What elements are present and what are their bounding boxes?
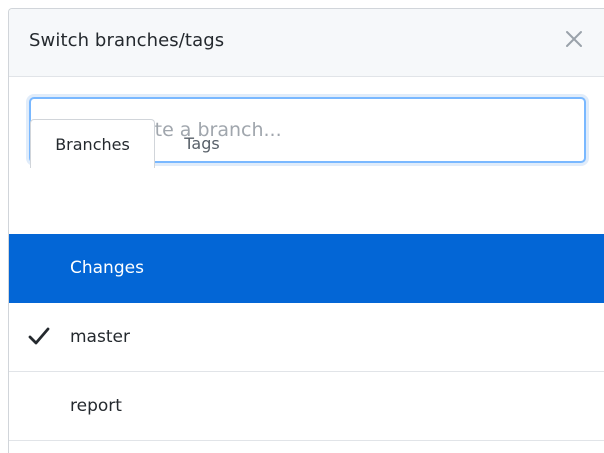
close-button[interactable] bbox=[560, 25, 588, 53]
branch-item-report[interactable]: report bbox=[9, 372, 604, 441]
branch-name: master bbox=[70, 327, 130, 347]
branch-name: Changes bbox=[70, 258, 144, 278]
tab-tags[interactable]: Tags bbox=[167, 119, 237, 168]
branch-name: report bbox=[70, 396, 122, 416]
tab-branches[interactable]: Branches bbox=[30, 119, 155, 168]
dropdown-header: Switch branches/tags bbox=[9, 9, 604, 77]
branch-item-changes[interactable]: Changes bbox=[9, 234, 604, 303]
branch-list: Changes master report bbox=[9, 234, 604, 441]
close-icon bbox=[566, 31, 582, 47]
checkmark-icon bbox=[28, 327, 50, 345]
page: Switch branches/tags Branches Tags Chang… bbox=[0, 0, 604, 453]
branch-switcher-dropdown: Switch branches/tags Branches Tags Chang… bbox=[8, 8, 604, 453]
branch-tag-tabs: Branches Tags bbox=[9, 119, 604, 168]
dropdown-title: Switch branches/tags bbox=[29, 30, 225, 51]
branch-item-master[interactable]: master bbox=[9, 303, 604, 372]
